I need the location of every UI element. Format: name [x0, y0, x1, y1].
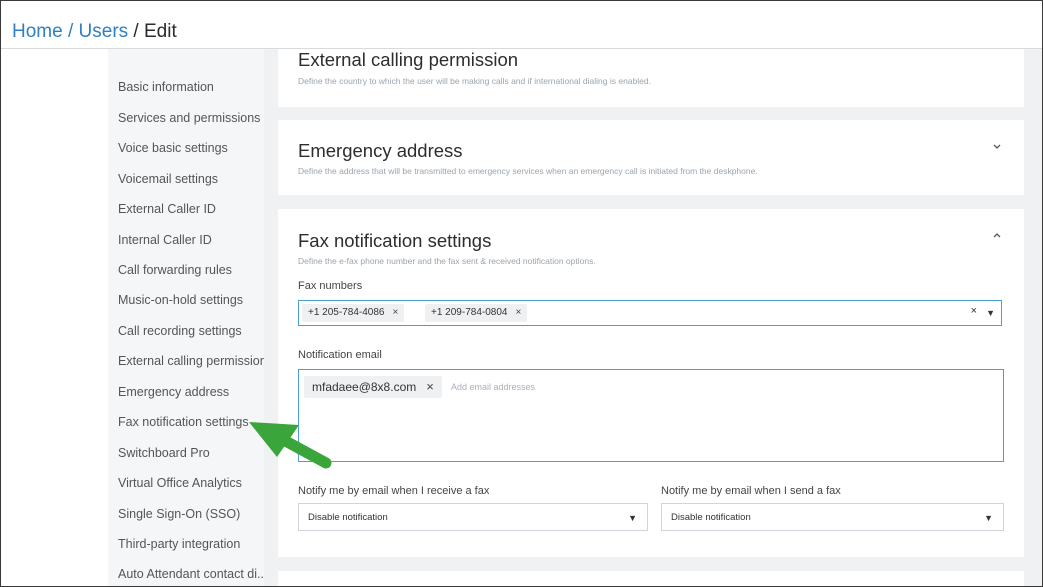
sidebar-item-call-recording-settings[interactable]: Call recording settings [118, 324, 242, 338]
fax-number-text: +1 205-784-4086 [308, 307, 385, 318]
app-frame: Home / Users / Edit Basic information Se… [0, 0, 1043, 587]
annotation-arrow-icon [249, 422, 332, 469]
breadcrumb: Home / Users / Edit [12, 21, 177, 43]
remove-chip-icon[interactable]: × [426, 379, 434, 394]
sidebar-item-switchboard-pro[interactable]: Switchboard Pro [118, 446, 210, 460]
sidebar-item-external-caller-id[interactable]: External Caller ID [118, 202, 216, 216]
sidebar-item-basic-information[interactable]: Basic information [118, 80, 214, 94]
sidebar-item-services-and-permissions[interactable]: Services and permissions [118, 111, 260, 125]
sidebar-item-voicemail-settings[interactable]: Voicemail settings [118, 172, 218, 186]
sidebar-item-music-on-hold-settings[interactable]: Music-on-hold settings [118, 293, 243, 307]
notification-email-label: Notification email [298, 349, 382, 361]
sidebar-item-external-calling-permission[interactable]: External calling permission [118, 354, 264, 368]
section-title: Fax notification settings [298, 230, 492, 251]
dropdown-arrow-icon[interactable]: ▼ [986, 308, 995, 318]
dropdown-arrow-icon: ▼ [628, 513, 637, 523]
send-fax-notify-label: Notify me by email when I send a fax [661, 485, 841, 497]
sidebar-item-auto-attendant-contact-directory[interactable]: Auto Attendant contact di... [118, 567, 264, 581]
top-bar: Home / Users / Edit [1, 1, 1042, 49]
fax-numbers-input[interactable]: +1 205-784-4086 × +1 209-784-0804 × × ▼ [298, 300, 1002, 326]
notification-email-input[interactable]: mfadaee@8x8.com × Add email addresses [298, 369, 1004, 462]
fax-number-text: +1 209-784-0804 [431, 307, 508, 318]
chevron-down-icon[interactable] [990, 140, 1004, 154]
sidebar-item-emergency-address[interactable]: Emergency address [118, 385, 229, 399]
main-content: External calling permission Define the c… [264, 49, 1042, 586]
email-placeholder: Add email addresses [451, 382, 536, 392]
sidebar-item-single-sign-on[interactable]: Single Sign-On (SSO) [118, 507, 240, 521]
sidebar-item-call-forwarding-rules[interactable]: Call forwarding rules [118, 263, 232, 277]
external-calling-permission-card[interactable]: External calling permission Define the c… [278, 49, 1024, 107]
receive-fax-notify-select[interactable]: Disable notification ▼ [298, 503, 648, 531]
dropdown-arrow-icon: ▼ [984, 513, 993, 523]
breadcrumb-users-link[interactable]: Users [79, 21, 129, 42]
select-value: Disable notification [671, 512, 751, 523]
section-title: External calling permission [298, 49, 519, 70]
left-gutter [1, 49, 108, 586]
remove-chip-icon[interactable]: × [392, 307, 398, 318]
sidebar-item-voice-basic-settings[interactable]: Voice basic settings [118, 141, 228, 155]
clear-all-icon[interactable]: × [971, 305, 977, 317]
fax-notification-settings-card: Fax notification settings Define the e-f… [278, 209, 1024, 557]
fax-numbers-label: Fax numbers [298, 280, 363, 292]
email-chip: mfadaee@8x8.com × [304, 376, 442, 398]
remove-chip-icon[interactable]: × [515, 307, 521, 318]
breadcrumb-current: Edit [144, 21, 177, 42]
send-fax-notify-select[interactable]: Disable notification ▼ [661, 503, 1004, 531]
sidebar-item-virtual-office-analytics[interactable]: Virtual Office Analytics [118, 476, 242, 490]
settings-sidebar: Basic information Services and permissio… [108, 49, 264, 586]
emergency-address-card[interactable]: Emergency address Define the address tha… [278, 120, 1024, 195]
breadcrumb-separator: / [128, 21, 144, 42]
sidebar-item-fax-notification-settings[interactable]: Fax notification settings [118, 415, 249, 429]
fax-number-chip: +1 209-784-0804 × [425, 304, 528, 322]
sidebar-item-third-party-integration[interactable]: Third-party integration [118, 537, 240, 551]
section-description: Define the e-fax phone number and the fa… [298, 256, 596, 266]
section-description: Define the address that will be transmit… [298, 166, 758, 176]
fax-number-chip: +1 205-784-4086 × [302, 304, 405, 322]
select-value: Disable notification [308, 512, 388, 523]
section-description: Define the country to which the user wil… [298, 76, 651, 86]
breadcrumb-separator: / [62, 21, 79, 42]
chevron-up-icon[interactable] [990, 229, 1004, 243]
breadcrumb-home-link[interactable]: Home [12, 21, 63, 42]
receive-fax-notify-label: Notify me by email when I receive a fax [298, 485, 490, 497]
section-title: Emergency address [298, 140, 463, 161]
next-section-card[interactable] [278, 571, 1024, 586]
sidebar-item-internal-caller-id[interactable]: Internal Caller ID [118, 233, 212, 247]
email-text: mfadaee@8x8.com [312, 380, 417, 394]
